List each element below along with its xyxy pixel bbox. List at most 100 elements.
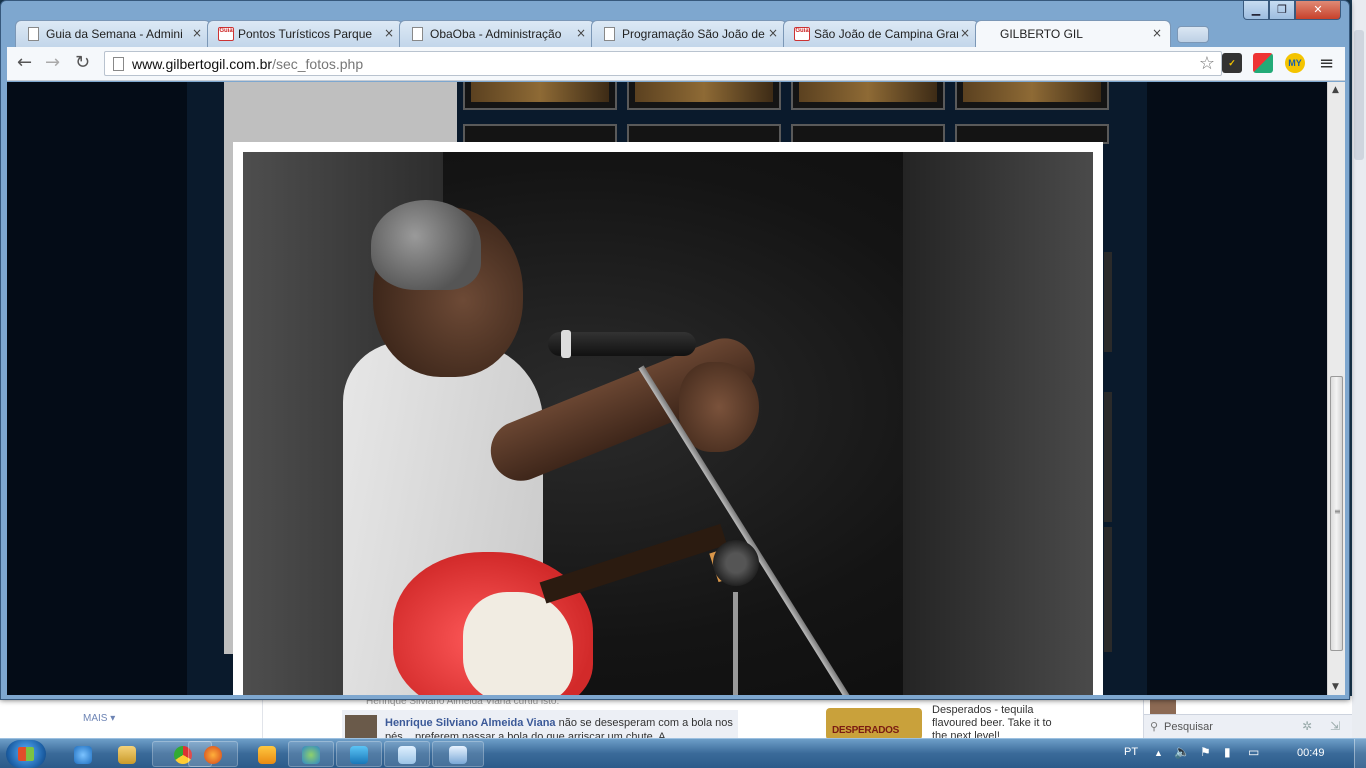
tab-obaoba[interactable]: ObaOba - Administração ×: [399, 20, 595, 47]
snipping-tool-icon: [449, 746, 467, 764]
maximize-button[interactable]: ❐: [1269, 1, 1295, 20]
scroll-up-icon[interactable]: ▲: [1332, 85, 1339, 95]
ad-image[interactable]: DESPERADOS: [826, 708, 922, 740]
photo-thumbnail[interactable]: [791, 82, 945, 110]
messenger-icon: [302, 746, 320, 764]
extension-check-icon[interactable]: ✓: [1222, 53, 1242, 73]
folder-icon: [118, 746, 136, 764]
show-desktop-button[interactable]: [1354, 739, 1366, 768]
tab-label: Guia da Semana - Admini: [46, 27, 183, 41]
browser-toolbar: ← → ↻ www.gilbertogil.com.br/sec_fotos.p…: [7, 47, 1345, 81]
url-path: /sec_fotos.php: [272, 56, 364, 72]
photo-thumbnail[interactable]: [463, 124, 617, 144]
back-arrow-icon[interactable]: ←: [17, 52, 32, 73]
network-icon[interactable]: ▭: [1248, 745, 1259, 759]
taskbar-chat[interactable]: [336, 741, 382, 767]
chat-search-bar[interactable]: ⚲ Pesquisar ✲ ⇲: [1144, 714, 1366, 740]
photo-thumbnail[interactable]: [791, 124, 945, 144]
lightbox-photo[interactable]: [243, 152, 1093, 695]
tab-close-icon[interactable]: ×: [1152, 26, 1162, 40]
flag-icon[interactable]: ⚑: [1200, 745, 1211, 759]
tab-gilberto-gil[interactable]: GILBERTO GIL ×: [975, 20, 1171, 48]
new-tab-button[interactable]: [1177, 26, 1209, 43]
extension-my-icon[interactable]: MY: [1285, 53, 1305, 73]
power-icon[interactable]: ▮: [1224, 745, 1231, 759]
scrollbar-thumb[interactable]: ≡: [1330, 376, 1343, 651]
page-icon: [412, 27, 423, 41]
ad-brand: DESPERADOS: [832, 725, 900, 736]
feed-author-link[interactable]: Henrique Silviano Almeida Viana: [385, 717, 556, 729]
gear-icon[interactable]: ✲: [1302, 719, 1312, 733]
photo-thumbnail[interactable]: [463, 82, 617, 110]
taskbar-explorer[interactable]: [96, 741, 156, 767]
vertical-scrollbar[interactable]: ▲ ≡ ▼: [1327, 82, 1345, 695]
address-bar[interactable]: www.gilbertogil.com.br/sec_fotos.php ☆: [104, 51, 1222, 76]
background-page: MAIS ▾ Henrique Silviano Almeida Viana c…: [0, 696, 1366, 740]
thumbnail-edge: [1104, 527, 1112, 652]
windows-logo-icon: [18, 747, 34, 761]
forward-arrow-icon[interactable]: →: [45, 52, 60, 73]
notepad-icon: [398, 746, 416, 764]
photo-guitar-neck: [539, 523, 728, 604]
close-window-button[interactable]: ✕: [1295, 1, 1341, 20]
popout-icon[interactable]: ⇲: [1330, 719, 1340, 733]
chat-search-input[interactable]: Pesquisar: [1164, 721, 1213, 733]
tab-close-icon[interactable]: ×: [384, 26, 394, 40]
photo-stand-clamp: [713, 540, 759, 586]
ad-text[interactable]: Desperados - tequila flavoured beer. Tak…: [932, 704, 1062, 740]
tab-strip: Guia da Semana - Admini × Guia Pontos Tu…: [7, 20, 1347, 48]
volume-icon[interactable]: 🔈: [1174, 744, 1190, 760]
taskbar: PT ▲ 🔈 ⚑ ▮ ▭ 00:49: [0, 738, 1366, 768]
photo-backdrop: [903, 152, 1093, 695]
divider: [262, 696, 263, 740]
feed-text: Henrique Silviano Almeida Viana não se d…: [385, 716, 735, 740]
avatar[interactable]: [345, 715, 377, 740]
photo-mic-grill: [561, 330, 571, 358]
page-viewport: [7, 82, 1327, 695]
language-indicator[interactable]: PT: [1124, 746, 1138, 758]
taskbar-media[interactable]: [236, 741, 296, 767]
photo-thumbnail[interactable]: [627, 82, 781, 110]
page-icon: [113, 57, 124, 71]
tab-label: GILBERTO GIL: [1000, 27, 1083, 41]
scroll-down-icon[interactable]: ▼: [1332, 682, 1339, 692]
more-link[interactable]: MAIS ▾: [83, 713, 115, 724]
start-button[interactable]: [6, 740, 46, 768]
photo-hands: [679, 362, 759, 452]
tab-close-icon[interactable]: ×: [768, 26, 778, 40]
tab-guia-da-semana[interactable]: Guia da Semana - Admini ×: [15, 20, 211, 47]
tab-close-icon[interactable]: ×: [576, 26, 586, 40]
background-page-edge: [1352, 0, 1366, 738]
chat-avatar[interactable]: [1150, 700, 1176, 714]
tab-sao-joao-campina-grande[interactable]: Guia São João de Campina Grar ×: [783, 20, 979, 47]
extension-color-icon[interactable]: [1253, 53, 1273, 73]
taskbar-snipping[interactable]: [432, 741, 484, 767]
minimize-button[interactable]: ▁: [1243, 1, 1269, 20]
bookmark-star-icon[interactable]: ☆: [1199, 53, 1215, 74]
background-scrollbar[interactable]: [1354, 30, 1364, 160]
tab-close-icon[interactable]: ×: [192, 26, 202, 40]
photo-thumbnail[interactable]: [955, 82, 1109, 110]
reload-icon[interactable]: ↻: [75, 52, 90, 73]
media-player-icon: [258, 746, 276, 764]
taskbar-firefox[interactable]: [188, 741, 238, 767]
thumbnail-edge: [1104, 252, 1112, 352]
tab-pontos-turisticos[interactable]: Guia Pontos Turísticos Parque ×: [207, 20, 403, 47]
photo-thumbnail[interactable]: [627, 124, 781, 144]
taskbar-messenger[interactable]: [288, 741, 334, 767]
tab-label: Pontos Turísticos Parque: [238, 27, 373, 41]
tab-label: Programação São João de: [622, 27, 765, 41]
thumbnail-image: [471, 82, 609, 102]
thumbnail-image: [963, 82, 1101, 102]
taskbar-notepad[interactable]: [384, 741, 430, 767]
clock[interactable]: 00:49: [1297, 747, 1325, 759]
url-text[interactable]: www.gilbertogil.com.br/sec_fotos.php: [132, 56, 363, 72]
firefox-icon: [204, 746, 222, 764]
photo-thumbnail[interactable]: [955, 124, 1109, 144]
window-controls: ▁ ❐ ✕: [1243, 1, 1341, 21]
photo-stand-pole: [733, 592, 738, 695]
show-hidden-icons-icon[interactable]: ▲: [1154, 748, 1163, 758]
tab-close-icon[interactable]: ×: [960, 26, 970, 40]
tab-programacao-sao-joao[interactable]: Programação São João de ×: [591, 20, 787, 47]
menu-icon[interactable]: ≡: [1319, 53, 1334, 74]
